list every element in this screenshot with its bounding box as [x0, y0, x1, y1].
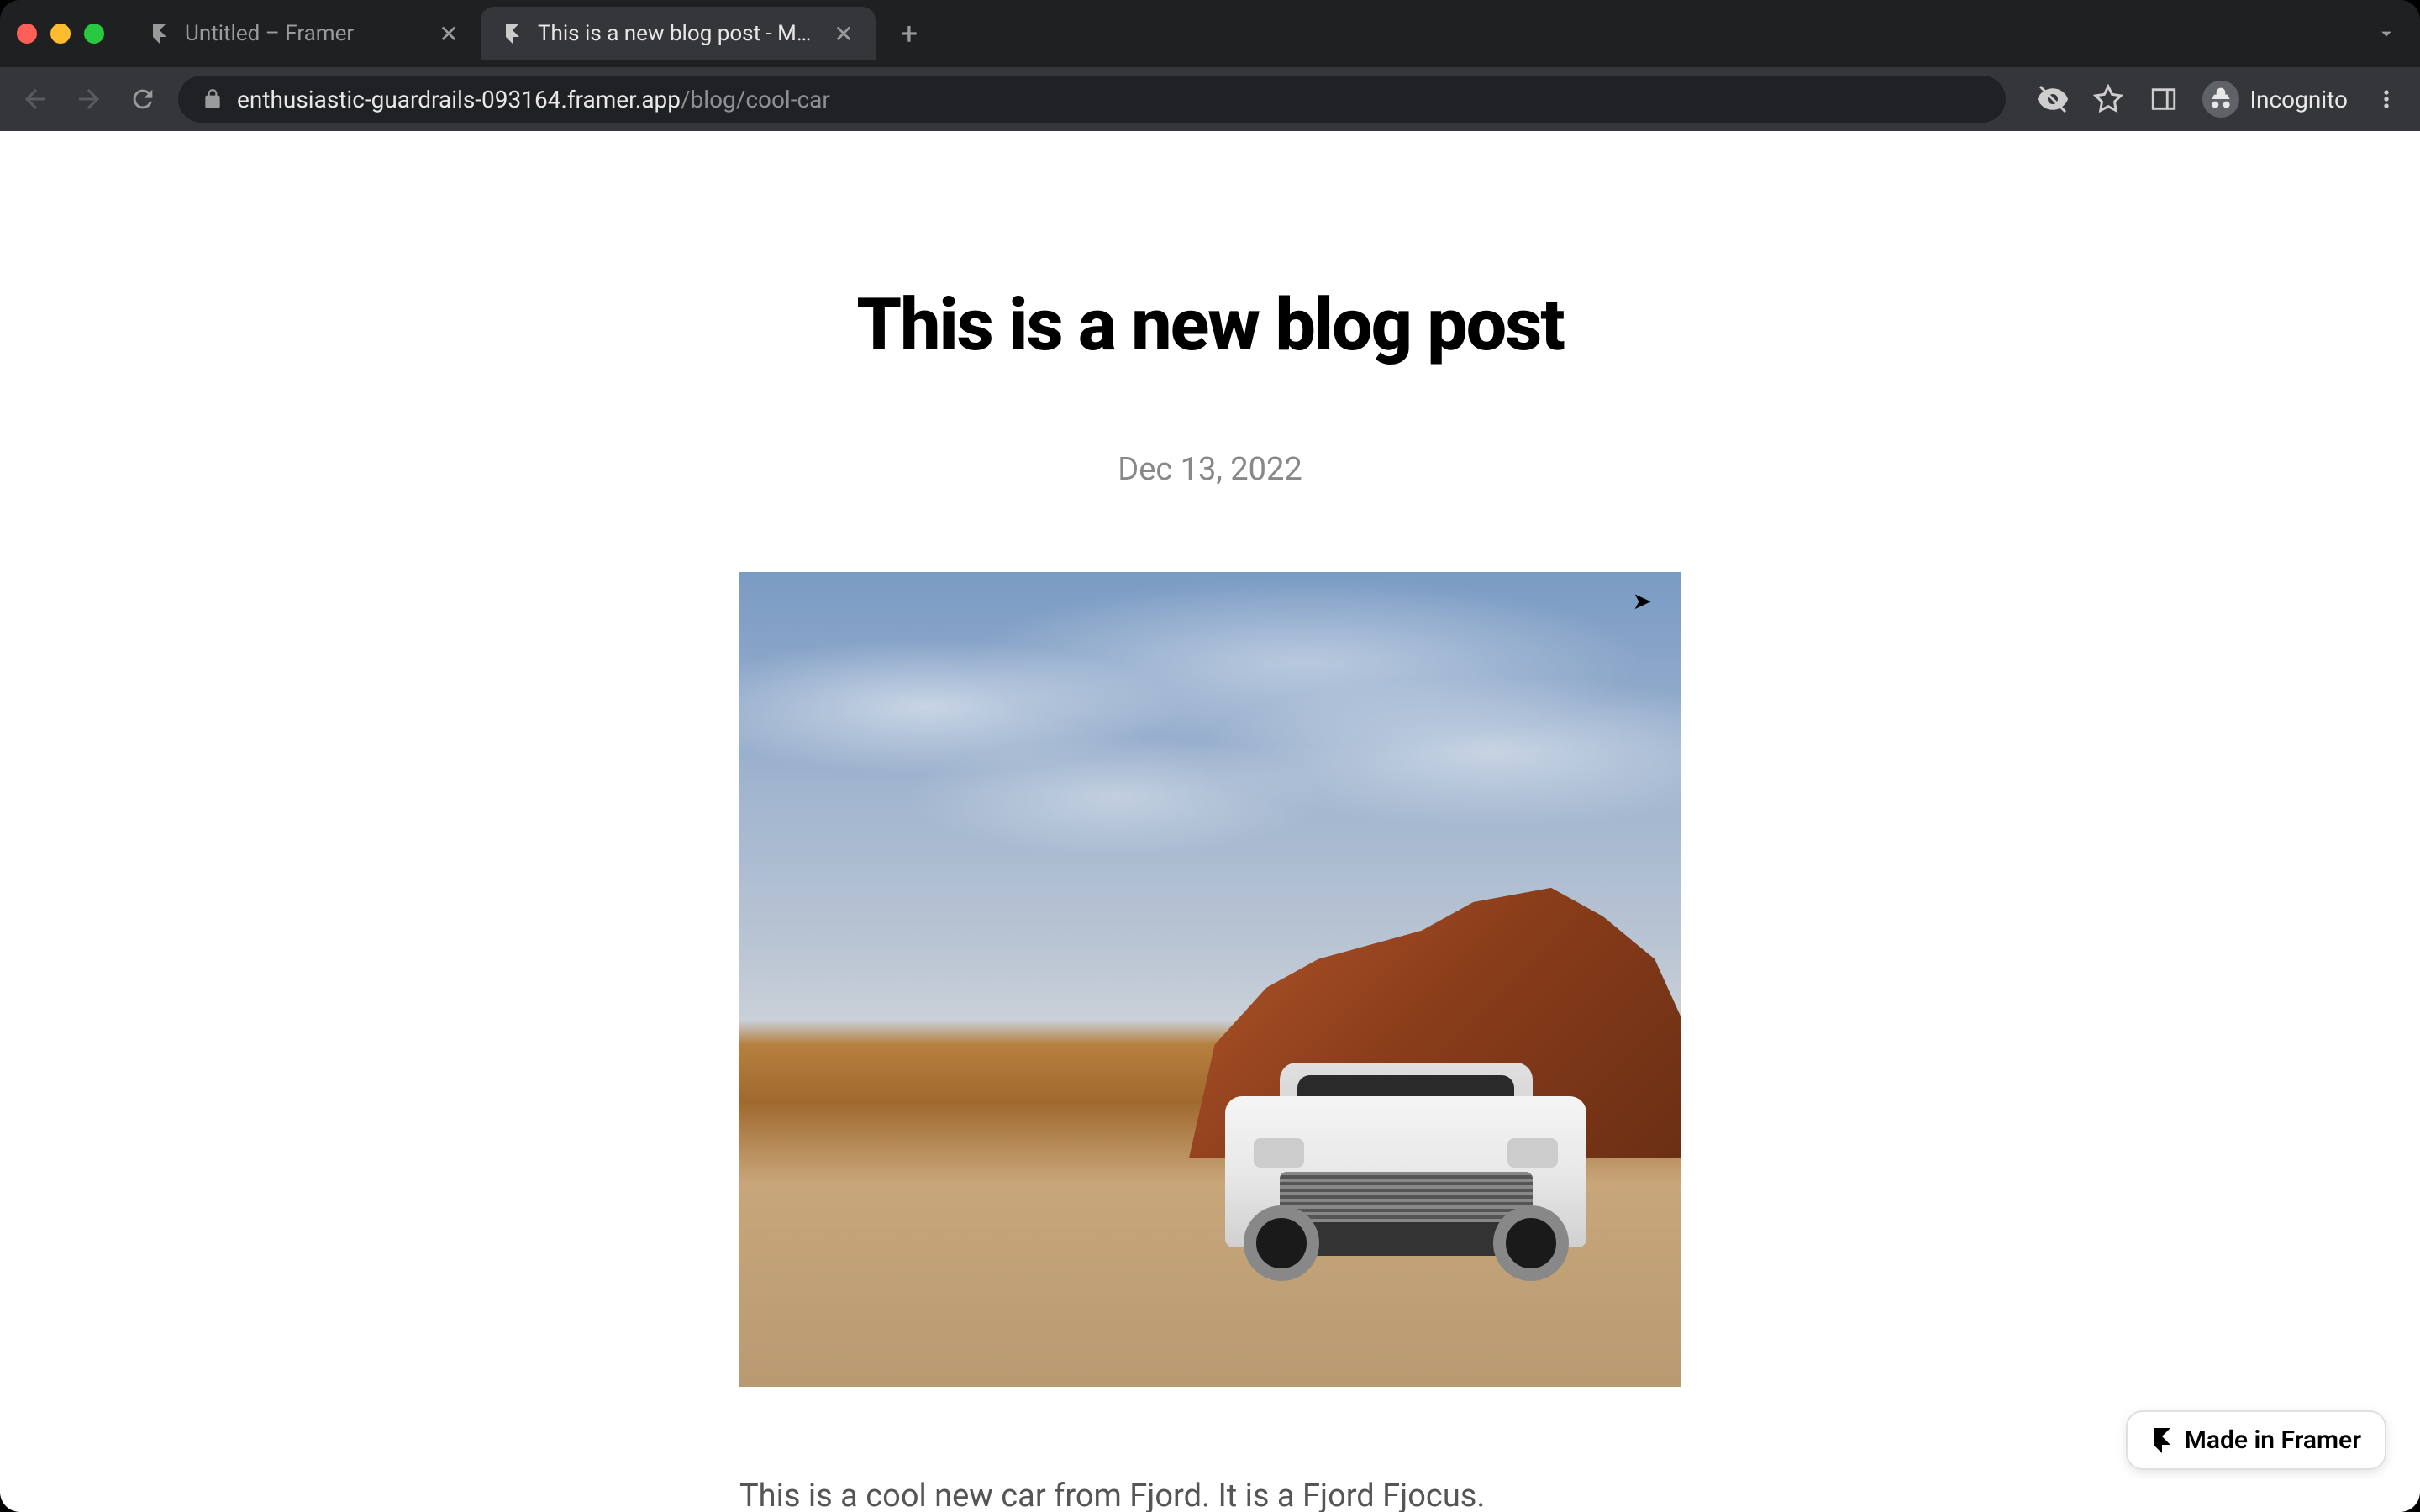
tab-title: Untitled – Framer	[185, 21, 424, 46]
back-button[interactable]	[17, 81, 54, 118]
framer-badge-label: Made in Framer	[2185, 1425, 2361, 1455]
forward-button[interactable]	[71, 81, 108, 118]
side-panel-icon[interactable]	[2147, 82, 2181, 116]
url-domain: enthusiastic-guardrails-093164.framer.ap…	[237, 86, 681, 113]
blog-title: This is a new blog post	[856, 282, 1563, 367]
new-tab-button[interactable]: +	[886, 10, 933, 57]
tabs-dropdown-icon[interactable]	[2370, 17, 2403, 50]
blog-body-text: This is a cool new car from Fjord. It is…	[739, 1471, 1681, 1512]
url-field[interactable]: enthusiastic-guardrails-093164.framer.ap…	[178, 76, 2006, 123]
tab-close-icon[interactable]: ✕	[437, 22, 460, 45]
window-close-button[interactable]	[17, 24, 37, 44]
incognito-badge[interactable]: Incognito	[2202, 81, 2348, 118]
tab-bar: Untitled – Framer ✕ This is a new blog p…	[0, 0, 2420, 67]
page-content: This is a new blog post Dec 13, 2022 ➤	[0, 131, 2420, 1512]
lock-icon	[202, 88, 224, 110]
window-minimize-button[interactable]	[50, 24, 71, 44]
image-car	[1225, 1054, 1586, 1289]
window-controls	[17, 24, 104, 44]
made-in-framer-badge[interactable]: Made in Framer	[2126, 1410, 2386, 1470]
incognito-icon	[2202, 81, 2239, 118]
framer-favicon-icon	[148, 22, 171, 45]
reload-button[interactable]	[124, 81, 161, 118]
cursor-icon: ➤	[1633, 587, 1652, 615]
blog-date: Dec 13, 2022	[1118, 451, 1302, 488]
browser-window: Untitled – Framer ✕ This is a new blog p…	[0, 0, 2420, 1512]
toolbar-icons: Incognito	[2036, 81, 2403, 118]
url-text: enthusiastic-guardrails-093164.framer.ap…	[237, 86, 830, 113]
cookies-blocked-icon[interactable]	[2036, 82, 2070, 116]
address-bar: enthusiastic-guardrails-093164.framer.ap…	[0, 67, 2420, 131]
framer-favicon-icon	[501, 22, 524, 45]
browser-tab-active[interactable]: This is a new blog post - My Fr ✕	[481, 7, 876, 60]
incognito-label: Incognito	[2249, 86, 2348, 113]
menu-dots-icon[interactable]	[2370, 82, 2403, 116]
blog-hero-image: ➤	[739, 572, 1681, 1387]
framer-logo-icon	[2151, 1428, 2173, 1453]
url-path: /blog/cool-car	[681, 86, 830, 113]
tab-close-icon[interactable]: ✕	[832, 22, 855, 45]
bookmark-star-icon[interactable]	[2091, 82, 2125, 116]
browser-tab[interactable]: Untitled – Framer ✕	[128, 7, 481, 60]
blog-post: This is a new blog post Dec 13, 2022 ➤	[739, 131, 1681, 1512]
tab-title: This is a new blog post - My Fr	[538, 21, 818, 46]
window-maximize-button[interactable]	[84, 24, 104, 44]
